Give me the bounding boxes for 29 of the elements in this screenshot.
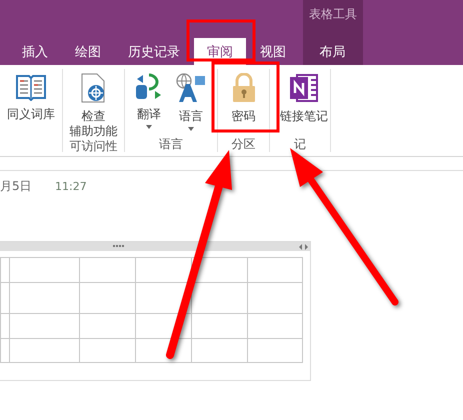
table-handle[interactable]	[0, 242, 310, 251]
ribbon-button[interactable]: 同义词库	[5, 69, 57, 137]
ribbon-tab[interactable]: 布局	[306, 38, 358, 65]
page-date: 月5日	[0, 178, 33, 195]
resize-arrows-icon[interactable]	[299, 244, 308, 250]
ribbon-button[interactable]: 链接笔记	[278, 69, 330, 137]
caret-icon	[188, 127, 194, 131]
ribbon-tab[interactable]: 绘图	[62, 38, 114, 65]
ribbon-tab[interactable]: 插入	[9, 38, 61, 65]
contextual-group-title: 表格工具	[309, 6, 357, 23]
group-label: 可访问性	[70, 139, 118, 153]
page-time: 11:27	[55, 180, 87, 193]
group-label: 语言	[159, 137, 183, 151]
ribbon-tab[interactable]: 历史记录	[115, 38, 193, 65]
caret-icon	[146, 125, 152, 129]
ribbon-tab[interactable]: 视图	[247, 38, 299, 65]
globe-icon	[175, 73, 207, 103]
group-label: 记	[294, 137, 306, 151]
ribbon-button[interactable]: 检查 辅助功能	[68, 69, 120, 139]
book-icon	[15, 73, 47, 101]
drag-dots-icon	[113, 245, 125, 248]
group-label: 分区	[232, 137, 256, 151]
ribbon-button[interactable]: 密码	[230, 69, 258, 137]
notebook-icon	[289, 73, 319, 103]
document-check-icon	[80, 73, 106, 103]
padlock-icon	[232, 73, 256, 103]
ribbon-button[interactable]: 翻译	[133, 69, 165, 137]
translate-icon	[135, 73, 163, 101]
ribbon-button[interactable]: 语言	[173, 69, 209, 137]
